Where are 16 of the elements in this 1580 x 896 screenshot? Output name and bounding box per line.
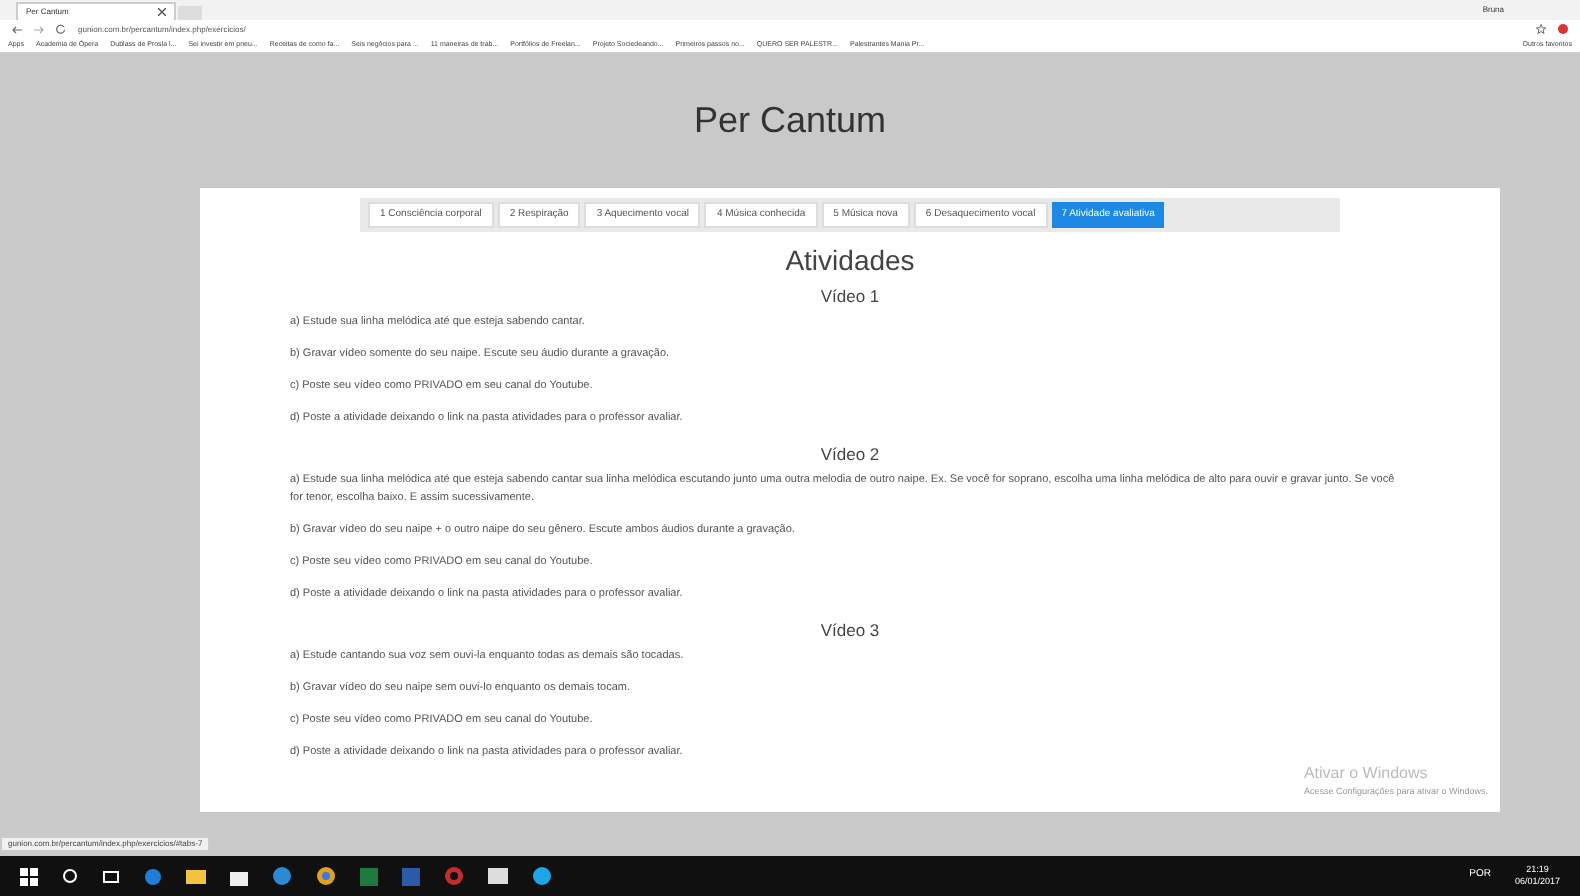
back-icon[interactable] (12, 25, 22, 33)
page-heading: Atividades (785, 242, 915, 278)
task-view-icon[interactable] (102, 869, 120, 883)
target-icon[interactable] (444, 866, 464, 886)
windows-icon[interactable] (20, 867, 38, 885)
section-heading: Vídeo 3 (818, 618, 882, 642)
reload-icon[interactable] (56, 24, 66, 34)
close-icon[interactable] (158, 8, 166, 16)
folder-icon[interactable] (186, 868, 206, 884)
site-title: Per Cantum (693, 98, 887, 142)
star-icon[interactable] (1536, 24, 1546, 34)
section-heading: Vídeo 2 (818, 442, 882, 466)
activation-title: Ativar o Windows (1303, 762, 1430, 787)
section-heading: Vídeo 1 (818, 284, 882, 308)
extension-icon[interactable] (1558, 24, 1568, 34)
search-icon[interactable] (62, 868, 78, 884)
